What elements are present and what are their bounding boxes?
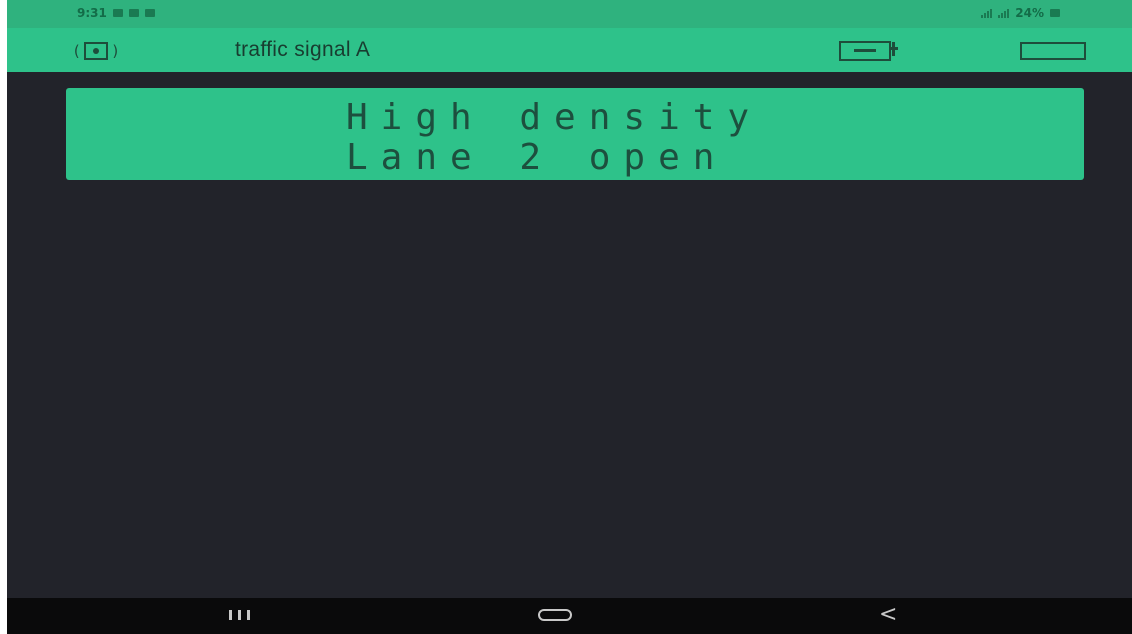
notification-icon — [112, 9, 123, 17]
battery-icon — [1050, 9, 1060, 17]
home-icon[interactable] — [538, 609, 572, 621]
app-screen: 9:31 24% ( ) traffic signal A High densi… — [7, 0, 1132, 634]
device-connection-icon[interactable] — [839, 41, 901, 61]
navigation-bar: < — [7, 598, 1132, 634]
lcd-line-1: High density — [346, 97, 763, 138]
status-time: 9:31 — [77, 6, 107, 20]
status-left: 9:31 — [77, 6, 155, 20]
signal-icon — [998, 8, 1010, 18]
project-title: traffic signal A — [235, 38, 371, 61]
lcd-line-2: Lane 2 open — [346, 137, 728, 178]
recents-icon[interactable] — [229, 610, 250, 620]
message-icon — [128, 9, 139, 17]
image-icon — [144, 9, 155, 17]
menu-icon[interactable] — [1020, 42, 1086, 60]
lcd-widget[interactable]: High density Lane 2 open — [66, 88, 1084, 180]
battery-percent: 24% — [1015, 6, 1044, 20]
back-icon[interactable]: < — [879, 602, 897, 627]
status-bar: 9:31 24% — [7, 0, 1132, 28]
status-right: 24% — [981, 6, 1060, 20]
device-frame-icon[interactable]: ( ) — [57, 40, 135, 62]
wifi-icon — [981, 8, 993, 18]
app-header: ( ) traffic signal A — [7, 28, 1132, 72]
